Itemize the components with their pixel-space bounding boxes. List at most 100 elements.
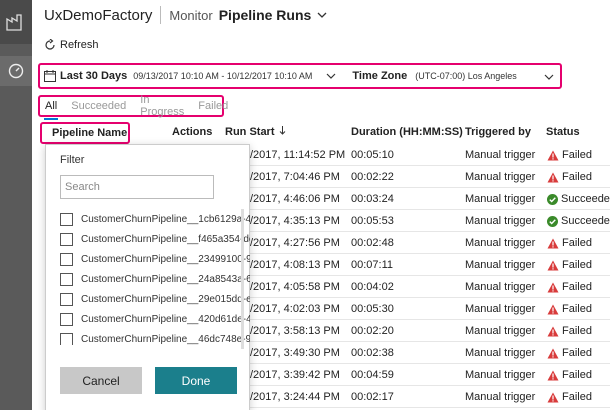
table-row[interactable]: /2017, 4:02:03 PM 00:05:30 Manual trigger F… [250,298,610,320]
pipeline-filter-item[interactable]: CustomerChurnPipeline__23499100-9... [60,249,250,269]
list-scrollbar[interactable] [241,209,244,349]
run-start-label: Run Start [225,126,275,138]
table-row[interactable]: /2017, 4:08:13 PM 00:07:11 Manual trigger F… [250,254,610,276]
table-row[interactable]: /2017, 7:04:46 PM 00:02:22 Manual trigger F… [250,166,610,188]
status-text: Failed [562,259,592,271]
table-row[interactable]: /2017, 11:14:52 PM 00:05:10 Manual trigger… [250,144,610,166]
table-row[interactable]: /2017, 3:49:30 PM 00:02:38 Manual trigger F… [250,342,610,364]
pipeline-filter-label: CustomerChurnPipeline__29e015dd-e... [81,293,250,305]
failed-warning-icon [547,304,559,314]
timezone-label: Time Zone [352,70,408,82]
table-row[interactable]: /2017, 4:27:56 PM 00:02:48 Manual trigger F… [250,232,610,254]
status-cell: Failed [547,391,592,403]
timezone-chevron-icon[interactable] [544,73,554,81]
triggered-by-cell: Manual trigger [465,237,536,249]
status-text: Succeeded [561,193,610,205]
tab-all[interactable]: All [45,100,57,112]
triggered-by-cell: Manual trigger [465,171,536,183]
checkbox[interactable] [60,292,73,306]
status-cell: Failed [547,303,592,315]
status-cell: Succeeded [547,215,610,227]
search-input[interactable] [60,175,214,199]
pipeline-filter-item[interactable]: CustomerChurnPipeline__24a8543a-6... [60,269,250,289]
duration-cell: 00:03:24 [351,193,394,205]
failed-warning-icon [547,260,559,270]
table-row[interactable]: /2017, 4:35:13 PM 00:05:53 Manual trigger S… [250,210,610,232]
table-row[interactable]: /2017, 4:05:58 PM 00:04:02 Manual trigger F… [250,276,610,298]
filter-title: Filter [60,154,85,166]
checkbox[interactable] [60,252,73,266]
timezone-value[interactable]: (UTC-07:00) Los Angeles [415,71,517,81]
pipeline-filter-item[interactable]: CustomerChurnPipeline__1cb6129a-46... [60,209,250,229]
run-start-cell: /2017, 4:02:03 PM [250,303,340,315]
run-start-cell: /2017, 4:05:58 PM [250,281,340,293]
status-text: Failed [562,391,592,403]
page-title[interactable]: Pipeline Runs [219,7,312,23]
pipeline-filter-label: CustomerChurnPipeline__23499100-9... [81,253,250,265]
table-row[interactable]: /2017, 4:46:06 PM 00:03:24 Manual trigger S… [250,188,610,210]
header-divider [160,6,162,24]
triggered-by-cell: Manual trigger [465,149,536,161]
column-header-actions: Actions [172,126,213,138]
run-start-cell: /2017, 3:58:13 PM [250,325,340,337]
tab-in-progress[interactable]: In Progress [140,94,184,118]
date-range-value: 09/13/2017 10:10 AM - 10/12/2017 10:10 A… [133,71,313,81]
status-text: Failed [562,369,592,381]
pipeline-filter-label: CustomerChurnPipeline__46dc748e-9... [81,333,250,345]
triggered-by-cell: Manual trigger [465,215,536,227]
status-text: Failed [562,171,592,183]
monitor-gauge-icon[interactable] [0,56,32,86]
triggered-by-cell: Manual trigger [465,193,536,205]
active-tab-indicator [44,118,58,120]
refresh-button[interactable]: Refresh [44,34,99,56]
cancel-button[interactable]: Cancel [60,367,142,394]
table-row[interactable]: /2017, 3:39:42 PM 00:04:59 Manual trigger F… [250,364,610,386]
triggered-by-cell: Manual trigger [465,369,536,381]
date-range-chevron-icon[interactable] [326,72,336,80]
triggered-by-cell: Manual trigger [465,281,536,293]
date-range-label[interactable]: Last 30 Days [60,70,127,82]
run-start-cell: /2017, 4:08:13 PM [250,259,340,271]
column-header-pipeline-name[interactable]: Pipeline Name [40,122,130,144]
duration-cell: 00:04:02 [351,281,394,293]
tab-succeeded[interactable]: Succeeded [71,100,126,112]
status-cell: Failed [547,325,592,337]
failed-warning-icon [547,150,559,160]
calendar-icon [44,70,56,82]
factory-name: UxDemoFactory [44,6,153,24]
status-text: Failed [562,281,592,293]
triggered-by-cell: Manual trigger [465,325,536,337]
table-row[interactable]: /2017, 3:24:44 PM 00:02:17 Manual trigger F… [250,386,610,408]
failed-warning-icon [547,326,559,336]
status-cell: Failed [547,347,592,359]
status-text: Failed [562,347,592,359]
checkbox[interactable] [60,232,73,246]
tab-failed[interactable]: Failed [198,100,228,112]
duration-cell: 00:02:17 [351,391,394,403]
checkbox[interactable] [60,332,73,345]
status-text: Failed [562,325,592,337]
factory-icon[interactable] [0,0,32,44]
failed-warning-icon [547,172,559,182]
pipeline-filter-label: CustomerChurnPipeline__1cb6129a-46... [81,213,250,225]
pipeline-filter-label: CustomerChurnPipeline__24a8543a-6... [81,273,250,285]
pipeline-filter-item[interactable]: CustomerChurnPipeline__29e015dd-e... [60,289,250,309]
checkbox[interactable] [60,312,73,326]
checkbox[interactable] [60,272,73,286]
pipeline-filter-item[interactable]: CustomerChurnPipeline__46dc748e-9... [60,329,250,345]
chevron-down-icon[interactable] [317,11,327,19]
sort-arrow-icon[interactable] [279,126,286,135]
pipeline-filter-item[interactable]: CustomerChurnPipeline__420d61de-4... [60,309,250,329]
table-row[interactable]: /2017, 3:58:13 PM 00:02:20 Manual trigger F… [250,320,610,342]
done-button[interactable]: Done [155,367,237,394]
run-start-cell: /2017, 3:49:30 PM [250,347,340,359]
column-header-status: Status [546,126,580,138]
duration-cell: 00:02:48 [351,237,394,249]
checkbox[interactable] [60,212,73,226]
pipeline-filter-item[interactable]: CustomerChurnPipeline__f465a354-de... [60,229,250,249]
duration-cell: 00:02:38 [351,347,394,359]
failed-warning-icon [547,282,559,292]
breadcrumb-monitor[interactable]: Monitor [169,8,212,23]
column-header-run-start[interactable]: Run Start [225,126,286,138]
failed-warning-icon [547,348,559,358]
